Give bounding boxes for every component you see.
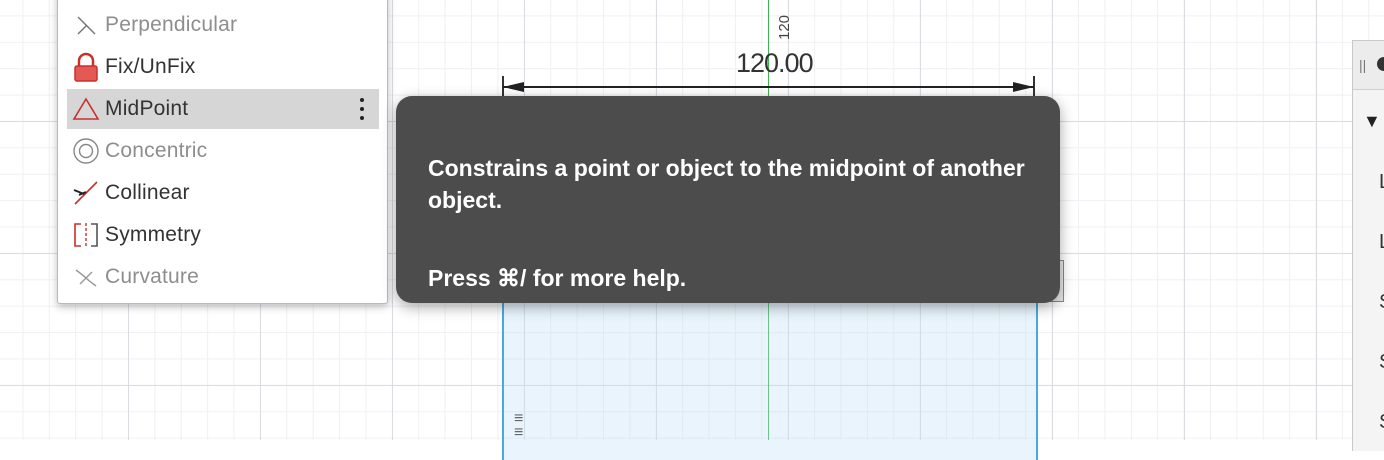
triangle-icon	[67, 89, 105, 129]
panel-item-label[interactable]: L	[1379, 231, 1384, 254]
symmetry-icon	[67, 215, 105, 255]
dimension-value[interactable]: 120.00	[736, 48, 814, 79]
chevron-down-icon[interactable]: ▼	[1363, 111, 1381, 132]
panel-header: ||	[1353, 41, 1384, 90]
menu-item-midpoint[interactable]: MidPoint	[67, 89, 379, 129]
rotated-dimension-label: 120	[776, 14, 793, 40]
menu-item-label: Curvature	[105, 265, 200, 288]
menu-item-label: Fix/UnFix	[105, 55, 196, 78]
panel-item-label[interactable]: S	[1379, 351, 1384, 374]
menu-item-concentric[interactable]: Concentric	[67, 131, 379, 171]
tooltip: Constrains a point or object to the midp…	[396, 96, 1060, 303]
more-options-icon[interactable]	[359, 98, 365, 122]
concentric-icon	[67, 131, 105, 171]
menu-item-label: Collinear	[105, 181, 190, 204]
menu-item-curvature[interactable]: Curvature	[67, 257, 379, 297]
collinear-icon	[67, 173, 105, 213]
menu-item-label: Perpendicular	[105, 13, 238, 36]
menu-item-collinear[interactable]: Collinear	[67, 173, 379, 213]
menu-item-fix-unfix[interactable]: Fix/UnFix	[67, 47, 379, 87]
tooltip-description: Constrains a point or object to the midp…	[428, 155, 1025, 213]
menu-item-label: Concentric	[105, 139, 208, 162]
lock-icon	[67, 47, 105, 87]
settings-icon[interactable]	[1377, 57, 1384, 71]
panel-item-label[interactable]: S	[1379, 291, 1384, 314]
constraint-glyph-icon[interactable]: ≡ ≡	[514, 411, 532, 441]
tooltip-help-text: Press ⌘/ for more help.	[428, 265, 687, 291]
curvature-icon	[67, 257, 105, 297]
menu-item-perpendicular[interactable]: Perpendicular	[67, 5, 379, 45]
menu-item-label: Symmetry	[105, 223, 202, 246]
menu-item-symmetry[interactable]: Symmetry	[67, 215, 379, 255]
drag-handle-icon[interactable]: ||	[1359, 57, 1366, 73]
perpendicular-icon	[67, 5, 105, 45]
browser-panel: || ▼ L L S S S	[1352, 40, 1384, 451]
menu-item-label: MidPoint	[105, 97, 189, 120]
constraint-menu: Perpendicular Fix/UnFix MidPoint Concent…	[57, 0, 388, 304]
panel-item-label[interactable]: S	[1379, 411, 1384, 434]
panel-item-label[interactable]: L	[1379, 171, 1384, 194]
